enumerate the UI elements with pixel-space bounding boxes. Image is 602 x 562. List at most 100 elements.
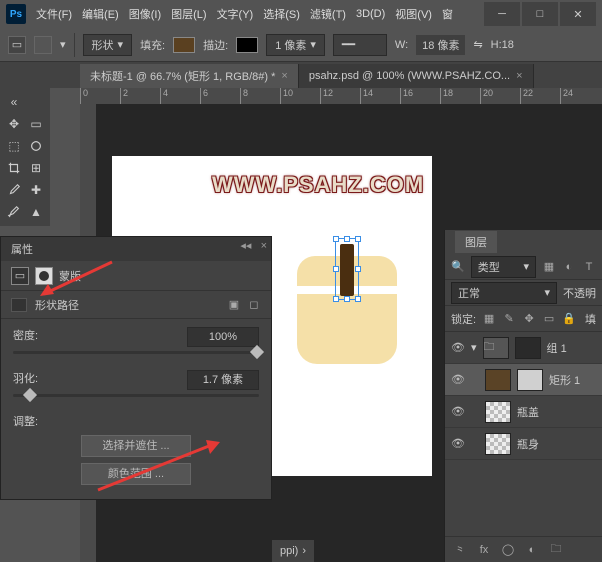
chevron-down-icon[interactable]: ▾: [471, 341, 477, 354]
transform-handle[interactable]: [355, 296, 361, 302]
transform-handle[interactable]: [344, 236, 350, 242]
adjustment-icon[interactable]: ◐: [525, 543, 539, 557]
stroke-size-combo[interactable]: 1 像素▾: [266, 34, 325, 56]
search-icon[interactable]: 🔍: [451, 260, 465, 273]
visibility-icon[interactable]: 👁: [451, 405, 465, 418]
visibility-icon[interactable]: 👁: [451, 373, 465, 386]
path-op-icon[interactable]: ◻: [247, 298, 261, 312]
fill-label: 填充:: [140, 37, 165, 53]
collapse-icon[interactable]: «: [4, 92, 24, 112]
chevron-right-icon[interactable]: ›: [302, 545, 306, 557]
layer-row[interactable]: 👁 瓶身: [445, 428, 602, 460]
artboard-tool[interactable]: ▭: [26, 114, 46, 134]
mask-icon[interactable]: ◯: [501, 543, 515, 557]
lock-pos-icon[interactable]: ✥: [522, 312, 536, 326]
group-icon[interactable]: 🗀: [549, 543, 563, 557]
stroke-swatch[interactable]: [236, 37, 258, 53]
close-icon[interactable]: ×: [516, 70, 522, 82]
color-range-button[interactable]: 颜色范围 ...: [81, 463, 191, 485]
visibility-icon[interactable]: 👁: [451, 437, 465, 450]
lock-trans-icon[interactable]: ▦: [482, 312, 496, 326]
layer-thumb: [485, 369, 511, 391]
layer-row[interactable]: 👁 瓶盖: [445, 396, 602, 428]
blend-mode-combo[interactable]: 正常▾: [451, 282, 557, 304]
filter-pixel-icon[interactable]: ▦: [542, 260, 556, 274]
pixel-mask-icon[interactable]: ▭: [11, 267, 29, 285]
transform-handle[interactable]: [355, 266, 361, 272]
stamp-tool[interactable]: ▲: [26, 202, 46, 222]
filter-adjust-icon[interactable]: ◐: [562, 260, 576, 274]
ruler-tick: 14: [360, 88, 400, 104]
feather-value[interactable]: 1.7 像素: [187, 370, 259, 390]
width-field[interactable]: 18 像素: [416, 35, 465, 55]
doc-tab-2[interactable]: psahz.psd @ 100% (WWW.PSAHZ.CO... ×: [299, 64, 534, 88]
frame-tool[interactable]: ⊞: [26, 158, 46, 178]
vector-mask-icon[interactable]: [35, 267, 53, 285]
lock-all-icon[interactable]: 🔒: [562, 312, 576, 326]
transform-handle[interactable]: [333, 266, 339, 272]
layer-name[interactable]: 组 1: [547, 340, 567, 356]
minimize-button[interactable]: ─: [484, 2, 520, 26]
healing-tool[interactable]: ✚: [26, 180, 46, 200]
menu-window[interactable]: 窗: [442, 6, 453, 22]
fx-icon[interactable]: fx: [477, 543, 491, 557]
lock-art-icon[interactable]: ▭: [542, 312, 556, 326]
layers-tab[interactable]: 图层: [455, 231, 497, 253]
shape-mode-combo[interactable]: 形状▾: [83, 34, 133, 56]
transform-handle[interactable]: [333, 236, 339, 242]
visibility-icon[interactable]: 👁: [451, 341, 465, 354]
eyedropper-tool[interactable]: [4, 180, 24, 200]
layer-row[interactable]: 👁 ▾ 🗀 组 1: [445, 332, 602, 364]
filter-type-icon[interactable]: T: [582, 260, 596, 274]
lock-label: 锁定:: [451, 311, 476, 327]
link-icon[interactable]: ⺀: [453, 543, 467, 557]
stroke-style-combo[interactable]: ━━: [333, 34, 387, 56]
menu-layer[interactable]: 图层(L): [171, 6, 206, 22]
ruler-tick: 4: [160, 88, 200, 104]
transform-bounds[interactable]: [335, 238, 359, 300]
marquee-tool[interactable]: ⬚: [4, 136, 24, 156]
density-value[interactable]: 100%: [187, 327, 259, 347]
layer-name[interactable]: 瓶身: [517, 436, 539, 452]
path-thumb[interactable]: [11, 298, 27, 312]
density-slider[interactable]: [13, 351, 259, 354]
ruler-tick: 16: [400, 88, 440, 104]
layer-row[interactable]: 👁 矩形 1: [445, 364, 602, 396]
close-button[interactable]: ✕: [560, 2, 596, 26]
layer-filter-combo[interactable]: 类型▾: [471, 256, 536, 278]
path-op-icon[interactable]: ▣: [227, 298, 241, 312]
menu-image[interactable]: 图像(I): [129, 6, 161, 22]
menu-select[interactable]: 选择(S): [263, 6, 300, 22]
status-bar: ppi)›: [272, 540, 314, 562]
move-tool[interactable]: ✥: [4, 114, 24, 134]
menu-filter[interactable]: 滤镜(T): [310, 6, 346, 22]
transform-handle[interactable]: [333, 296, 339, 302]
transform-handle[interactable]: [355, 236, 361, 242]
menu-view[interactable]: 视图(V): [395, 6, 432, 22]
panel-collapse[interactable]: ◂◂ ×: [240, 239, 267, 252]
menu-type[interactable]: 文字(Y): [217, 6, 254, 22]
window-controls: ─ □ ✕: [484, 2, 596, 26]
fill-swatch[interactable]: [173, 37, 195, 53]
feather-slider[interactable]: [13, 394, 259, 397]
tool-preset-icon[interactable]: ▭: [8, 36, 26, 54]
crop-tool[interactable]: [4, 158, 24, 178]
maximize-button[interactable]: □: [522, 2, 558, 26]
menu-edit[interactable]: 编辑(E): [82, 6, 119, 22]
ruler-horizontal[interactable]: 0 2 4 6 8 10 12 14 16 18 20 22 24: [80, 88, 602, 104]
doc-tab-1[interactable]: 未标题-1 @ 66.7% (矩形 1, RGB/8#) * ×: [80, 64, 299, 88]
select-and-mask-button[interactable]: 选择并遮住 ...: [81, 435, 191, 457]
menu-3d[interactable]: 3D(D): [356, 8, 385, 20]
lasso-tool[interactable]: [26, 136, 46, 156]
brush-tool[interactable]: [4, 202, 24, 222]
layer-name[interactable]: 矩形 1: [549, 372, 580, 388]
properties-tab[interactable]: 属性: [11, 241, 33, 257]
layer-name[interactable]: 瓶盖: [517, 404, 539, 420]
toolbox: « ✥ ▭ ⬚ ⊞ ✚ ▲: [0, 88, 50, 226]
lock-paint-icon[interactable]: ✎: [502, 312, 516, 326]
menu-file[interactable]: 文件(F): [36, 6, 72, 22]
link-icon[interactable]: ⇋: [473, 38, 482, 51]
swatch-button[interactable]: [34, 36, 52, 54]
close-icon[interactable]: ×: [281, 70, 287, 82]
transform-handle[interactable]: [344, 296, 350, 302]
